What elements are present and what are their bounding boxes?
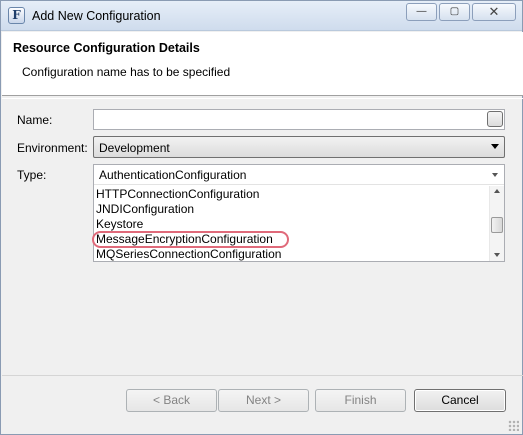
header-divider (2, 98, 523, 99)
title-bar[interactable]: F Add New Configuration — ▢ ✕ (1, 1, 522, 31)
type-option[interactable]: MQSeriesConnectionConfiguration (96, 247, 281, 261)
close-button[interactable]: ✕ (472, 3, 516, 21)
header-message: Configuration name has to be specified (22, 65, 231, 79)
type-option[interactable]: HTTPConnectionConfiguration (96, 187, 259, 202)
minimize-button[interactable]: — (406, 3, 437, 21)
wizard-header: Resource Configuration Details Configura… (2, 32, 523, 96)
type-selected-row[interactable]: AuthenticationConfiguration (94, 165, 504, 185)
type-option[interactable]: JNDIConfiguration (96, 202, 194, 217)
type-dropdown-list: HTTPConnectionConfiguration JNDIConfigur… (94, 186, 489, 261)
app-icon: F (8, 7, 25, 24)
scroll-thumb[interactable] (491, 217, 503, 233)
back-button[interactable]: < Back (126, 389, 217, 412)
window-title: Add New Configuration (32, 9, 161, 23)
add-configuration-dialog: F Add New Configuration — ▢ ✕ Resource C… (0, 0, 523, 435)
next-button[interactable]: Next > (218, 389, 309, 412)
environment-select[interactable]: Development (93, 136, 505, 158)
chevron-down-icon (491, 144, 499, 149)
name-input[interactable] (93, 109, 505, 130)
type-selected-value: AuthenticationConfiguration (99, 168, 247, 182)
name-browse-button[interactable] (487, 111, 503, 127)
resize-grip-icon[interactable] (508, 420, 519, 431)
scroll-up-icon[interactable] (494, 189, 500, 193)
environment-selected-value: Development (99, 141, 170, 155)
finish-button[interactable]: Finish (315, 389, 406, 412)
header-title: Resource Configuration Details (13, 41, 200, 55)
type-label: Type: (17, 168, 47, 182)
footer-divider (2, 375, 523, 376)
maximize-button[interactable]: ▢ (439, 3, 470, 21)
annotation-highlight-circle (92, 231, 289, 248)
chevron-down-icon[interactable] (492, 173, 498, 177)
scroll-down-icon[interactable] (494, 253, 500, 257)
cancel-button[interactable]: Cancel (414, 389, 506, 412)
environment-label: Environment: (17, 141, 88, 155)
type-option[interactable]: Keystore (96, 217, 143, 232)
name-label: Name: (17, 113, 53, 127)
window-controls: — ▢ ✕ (406, 3, 516, 21)
list-scrollbar[interactable] (489, 186, 504, 261)
